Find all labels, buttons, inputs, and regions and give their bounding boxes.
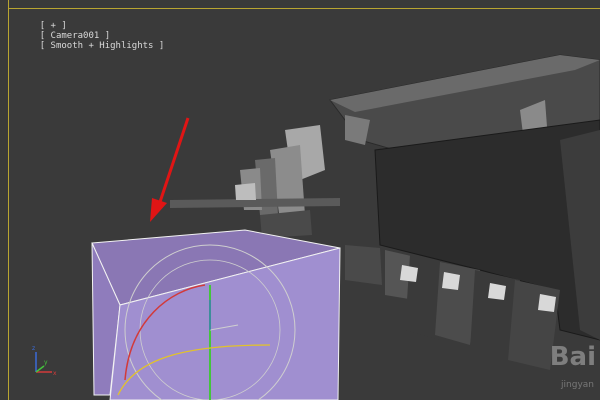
- viewport-label: [ + ] [ Camera001 ] [ Smooth + Highlight…: [18, 11, 165, 61]
- svg-text:z: z: [32, 345, 35, 352]
- 3d-viewport[interactable]: z x y [ + ] [ Camera001 ] [ Smooth + Hig…: [0, 0, 600, 400]
- svg-text:x: x: [53, 370, 57, 377]
- watermark-subtext: jingyan: [561, 380, 594, 390]
- watermark-logo: Bai: [549, 342, 596, 372]
- viewport-camera-menu[interactable]: [ Camera001 ]: [40, 31, 110, 41]
- machine-model: [329, 54, 600, 370]
- viewport-menu-plus[interactable]: [ + ]: [40, 21, 67, 31]
- background-machine-parts: [170, 125, 340, 238]
- viewport-shading-menu[interactable]: [ Smooth + Highlights ]: [40, 41, 165, 51]
- selected-box-object[interactable]: [91, 229, 341, 400]
- svg-text:y: y: [44, 359, 48, 366]
- axis-tripod-icon: z x y: [32, 345, 57, 377]
